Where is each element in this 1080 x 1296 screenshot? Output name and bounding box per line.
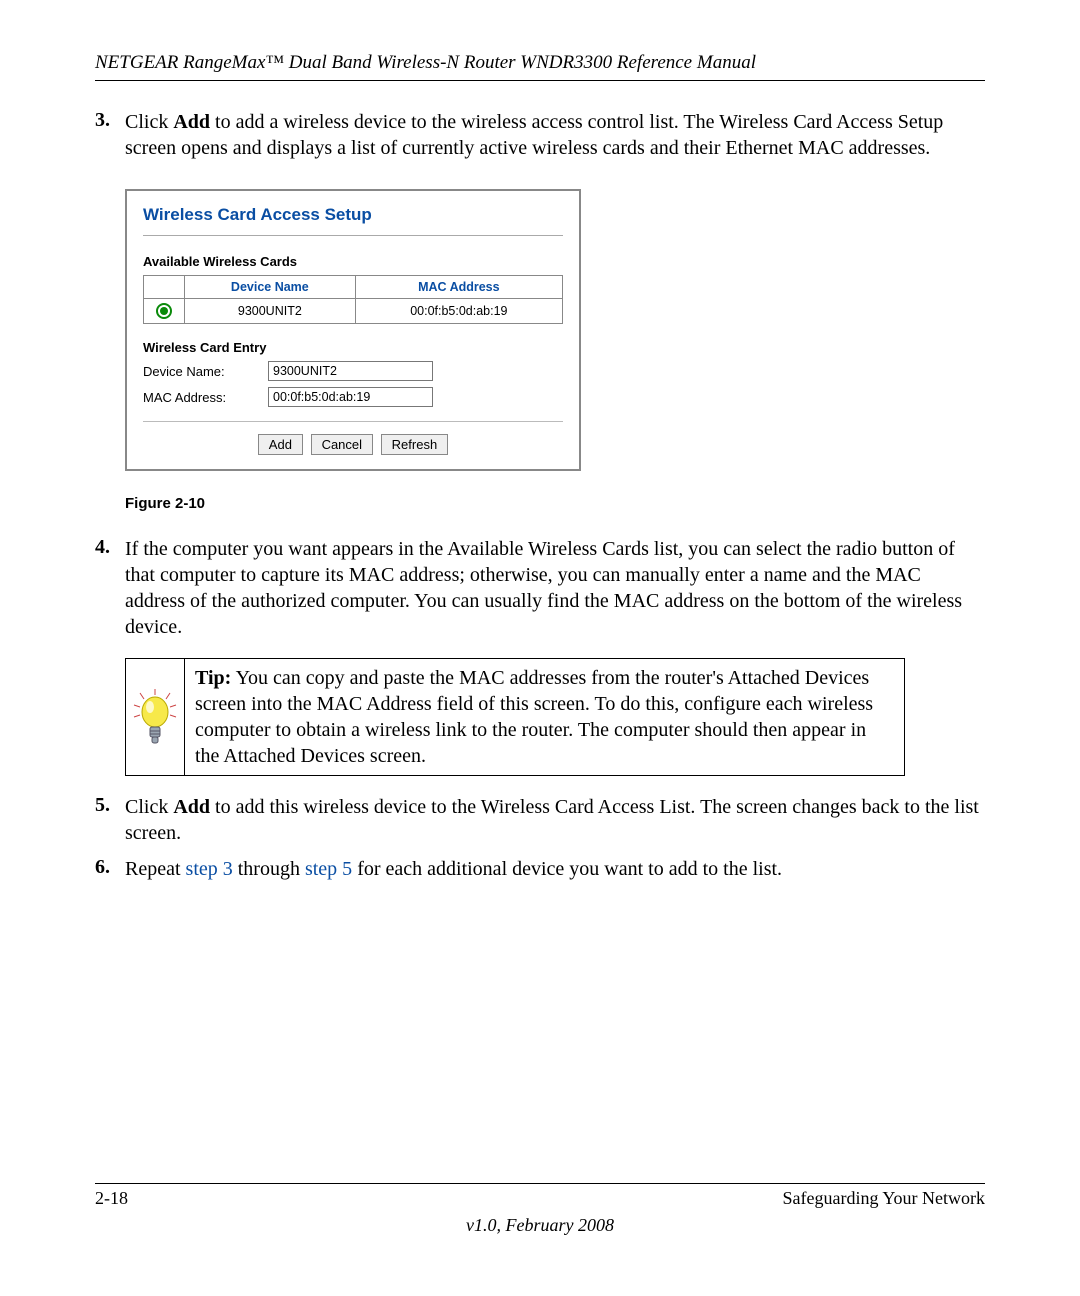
row-radio-cell[interactable] [144,299,185,324]
footer-section-title: Safeguarding Your Network [783,1188,985,1209]
step-5: 5. Click Add to add this wireless device… [95,794,985,846]
add-button[interactable]: Add [258,434,303,455]
page-footer: 2-18 Safeguarding Your Network v1.0, Feb… [95,1183,985,1236]
step-6-text-a: Repeat [125,858,186,880]
mac-address-input[interactable] [268,387,433,407]
radio-selected-icon [156,303,172,319]
step-4: 4. If the computer you want appears in t… [95,536,985,640]
cancel-button[interactable]: Cancel [311,434,373,455]
step-6-body: Repeat step 3 through step 5 for each ad… [125,856,782,882]
footer-rule [95,1183,985,1184]
table-row[interactable]: 9300UNIT2 00:0f:b5:0d:ab:19 [144,299,563,324]
panel-title: Wireless Card Access Setup [143,205,563,225]
step-4-body: If the computer you want appears in the … [125,536,985,640]
mac-address-label: MAC Address: [143,390,268,405]
step-4-number: 4. [95,536,125,640]
footer-version: v1.0, February 2008 [95,1215,985,1236]
step-3-link[interactable]: step 3 [186,858,233,880]
step-5-add-word: Add [173,796,210,818]
step-3-text-a: Click [125,111,173,133]
available-cards-label: Available Wireless Cards [143,254,563,269]
tip-box: Tip: You can copy and paste the MAC addr… [125,658,905,776]
step-5-body: Click Add to add this wireless device to… [125,794,985,846]
step-6-text-c: for each additional device you want to a… [352,858,782,880]
tip-bulb-icon [130,687,180,747]
step-6-text-b: through [233,858,305,880]
table-header-device: Device Name [185,276,356,299]
step-3-number: 3. [95,109,125,161]
panel-rule-2 [143,421,563,422]
step-3-text-b: to add a wireless device to the wireless… [125,111,943,159]
footer-page-number: 2-18 [95,1188,128,1209]
step-5-text-a: Click [125,796,173,818]
refresh-button[interactable]: Refresh [381,434,449,455]
tip-icon-cell [126,659,185,775]
available-cards-table: Device Name MAC Address 9300UNIT2 00:0f:… [143,275,563,324]
figure-2-10: Wireless Card Access Setup Available Wir… [125,189,985,512]
table-header-mac: MAC Address [355,276,562,299]
wireless-card-access-panel: Wireless Card Access Setup Available Wir… [125,189,581,471]
step-6: 6. Repeat step 3 through step 5 for each… [95,856,985,882]
step-6-number: 6. [95,856,125,882]
step-3: 3. Click Add to add a wireless device to… [95,109,985,161]
panel-button-row: Add Cancel Refresh [143,434,563,455]
row-mac-address: 00:0f:b5:0d:ab:19 [355,299,562,324]
tip-text: Tip: You can copy and paste the MAC addr… [185,659,904,775]
wireless-card-entry-label: Wireless Card Entry [143,340,563,355]
panel-rule-1 [143,235,563,236]
step-5-number: 5. [95,794,125,846]
row-device-name: 9300UNIT2 [185,299,356,324]
header-rule [95,80,985,81]
page-header-title: NETGEAR RangeMax™ Dual Band Wireless-N R… [95,52,985,74]
figure-caption: Figure 2-10 [125,495,985,512]
step-3-body: Click Add to add a wireless device to th… [125,109,985,161]
step-5-text-b: to add this wireless device to the Wirel… [125,796,979,844]
tip-body: You can copy and paste the MAC addresses… [195,667,873,767]
step-3-add-word: Add [173,111,210,133]
device-name-input[interactable] [268,361,433,381]
tip-label: Tip: [195,667,231,689]
device-name-label: Device Name: [143,364,268,379]
table-header-radio [144,276,185,299]
step-5-link[interactable]: step 5 [305,858,352,880]
